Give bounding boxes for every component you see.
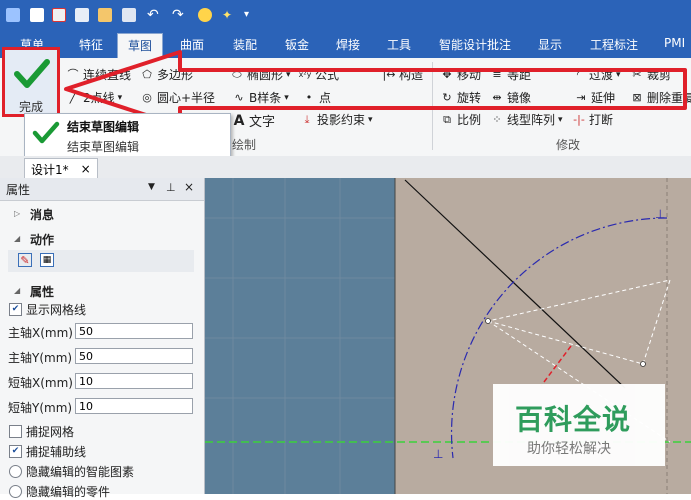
- snap-grid-checkbox[interactable]: [9, 425, 22, 438]
- checkmark-icon: [32, 121, 60, 144]
- panel-title: 属性: [6, 183, 31, 197]
- document-tab-label: 设计1*: [31, 162, 69, 177]
- document-tab[interactable]: 设计1* ×: [24, 158, 98, 179]
- major-x-input[interactable]: 50: [75, 323, 193, 339]
- tooltip-description: 结束草图编辑: [67, 140, 140, 154]
- minor-y-label: 短轴Y(mm): [8, 401, 73, 415]
- show-grid-label: 显示网格线: [26, 303, 87, 317]
- major-x-label: 主轴X(mm): [8, 326, 73, 340]
- close-icon[interactable]: ×: [81, 162, 91, 176]
- finish-tooltip: 结束草图编辑 结束草图编辑: [24, 113, 231, 159]
- actions-toolbar: ✎ ▦: [8, 250, 194, 272]
- svg-text:⊥: ⊥: [655, 207, 665, 221]
- panel-header: 属性 ▼ ⊥ ×: [0, 178, 204, 201]
- hide-smart-label: 隐藏编辑的智能图素: [26, 465, 135, 479]
- major-y-label: 主轴Y(mm): [8, 351, 73, 365]
- hide-parts-radio[interactable]: [9, 485, 22, 498]
- property-panel: 属性 ▼ ⊥ × ▷ 消息 ◢ 动作 ✎ ▦ ◢ 属性 ✔ 显示网格线 主轴X(…: [0, 178, 205, 499]
- hide-smart-radio[interactable]: [9, 465, 22, 478]
- major-y-input[interactable]: 50: [75, 348, 193, 364]
- watermark-title: 百科全说: [515, 403, 632, 436]
- minor-x-label: 短轴X(mm): [8, 376, 73, 390]
- table-icon[interactable]: ▦: [40, 253, 54, 267]
- edit-icon[interactable]: ✎: [18, 253, 32, 267]
- minor-y-input[interactable]: 10: [75, 398, 193, 414]
- actions-section[interactable]: 动作: [30, 231, 54, 248]
- show-grid-checkbox[interactable]: ✔: [9, 303, 22, 316]
- expand-arrow-icon[interactable]: ◢: [14, 234, 20, 243]
- hide-parts-label: 隐藏编辑的零件: [26, 485, 111, 499]
- watermark: 百科全说 助你轻松解决: [493, 384, 665, 466]
- messages-section[interactable]: 消息: [30, 206, 54, 223]
- pin-icon[interactable]: ⊥: [166, 181, 176, 194]
- svg-text:⊥: ⊥: [433, 447, 443, 461]
- minor-x-input[interactable]: 10: [75, 373, 193, 389]
- tooltip-title: 结束草图编辑: [67, 120, 140, 134]
- properties-section[interactable]: 属性: [30, 283, 54, 300]
- snap-guides-label: 捕捉辅助线: [26, 445, 87, 459]
- watermark-subtitle: 助你轻松解决: [527, 441, 611, 457]
- snap-grid-label: 捕捉网格: [26, 425, 75, 439]
- collapse-arrow-icon[interactable]: ▷: [14, 209, 20, 218]
- close-icon[interactable]: ×: [184, 180, 194, 194]
- panel-menu-icon[interactable]: ▼: [148, 182, 155, 192]
- expand-arrow-icon[interactable]: ◢: [14, 286, 20, 295]
- document-tab-strip: 设计1* ×: [0, 156, 691, 179]
- snap-guides-checkbox[interactable]: ✔: [9, 445, 22, 458]
